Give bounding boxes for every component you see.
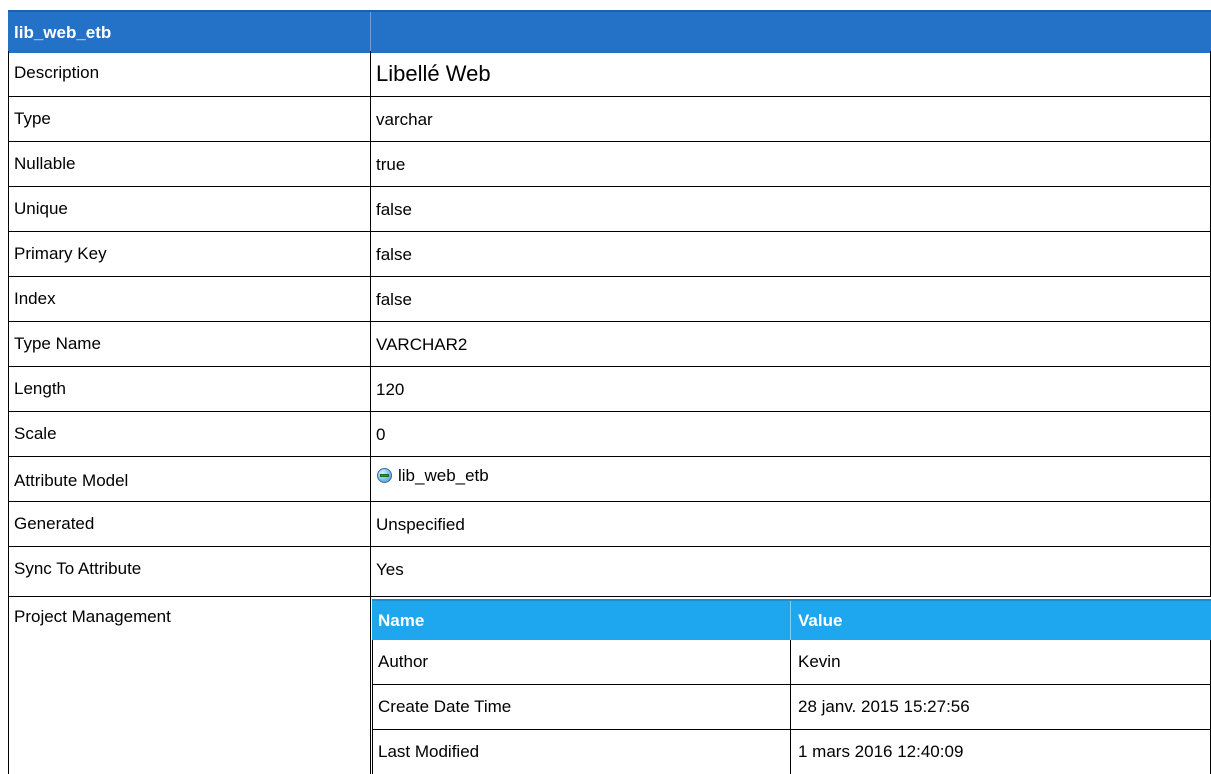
table-row-description: Description Libellé Web bbox=[8, 51, 1211, 97]
value-cell: VARCHAR2 bbox=[370, 322, 1211, 366]
row-label: Project Management bbox=[14, 607, 171, 626]
row-value: Libellé Web bbox=[376, 61, 491, 86]
label-cell: Type bbox=[8, 97, 371, 141]
row-label: Primary Key bbox=[14, 244, 107, 263]
table-row-scale: Scale 0 bbox=[8, 412, 1211, 457]
row-value: Unspecified bbox=[376, 515, 465, 534]
label-cell: Scale bbox=[8, 412, 371, 456]
value-cell: Libellé Web bbox=[370, 51, 1211, 96]
header-bar: lib_web_etb bbox=[8, 10, 1211, 53]
value-cell: true bbox=[370, 142, 1211, 186]
label-cell: Nullable bbox=[8, 142, 371, 186]
row-label: Type Name bbox=[14, 334, 101, 353]
table-row-length: Length 120 bbox=[8, 367, 1211, 412]
table-row-generated: Generated Unspecified bbox=[8, 502, 1211, 547]
cell-value: Kevin bbox=[798, 652, 841, 671]
table-header: Name Value bbox=[372, 599, 1211, 642]
row-label: Description bbox=[14, 63, 100, 82]
page-title: lib_web_etb bbox=[14, 23, 112, 42]
value-cell: false bbox=[370, 232, 1211, 276]
row-value: false bbox=[376, 200, 412, 219]
row-label: Length bbox=[14, 379, 66, 398]
label-cell: Unique bbox=[8, 187, 371, 231]
row-label: Attribute Model bbox=[14, 471, 129, 490]
row-value: VARCHAR2 bbox=[376, 335, 468, 354]
label-cell: Generated bbox=[8, 502, 371, 546]
row-label: Generated bbox=[14, 514, 95, 533]
table-row: Author Kevin bbox=[372, 640, 1211, 685]
value-cell: Unspecified bbox=[370, 502, 1211, 546]
column-divider bbox=[790, 730, 791, 774]
row-label: Sync To Attribute bbox=[14, 559, 142, 578]
table-row-type-name: Type Name VARCHAR2 bbox=[8, 322, 1211, 367]
table-row-sync-to-attribute: Sync To Attribute Yes bbox=[8, 547, 1211, 597]
value-cell: false bbox=[370, 277, 1211, 321]
table-row-nullable: Nullable true bbox=[8, 142, 1211, 187]
cell-value: 1 mars 2016 12:40:09 bbox=[798, 742, 964, 761]
cell-name: Last Modified bbox=[378, 742, 480, 761]
cell-name: Create Date Time bbox=[378, 697, 512, 716]
row-value: true bbox=[376, 155, 406, 174]
row-value: Yes bbox=[376, 560, 404, 579]
value-cell: false bbox=[370, 187, 1211, 231]
attribute-icon bbox=[377, 468, 392, 483]
row-value: false bbox=[376, 245, 412, 264]
row-value: 0 bbox=[376, 425, 386, 444]
project-management-table: Name Value Author Kevin Create Date Time… bbox=[372, 599, 1211, 774]
label-cell: Type Name bbox=[8, 322, 371, 366]
project-management-section: Project Management Name Value Author Kev… bbox=[8, 597, 1211, 774]
row-label: Nullable bbox=[14, 154, 76, 173]
row-label: Type bbox=[14, 109, 51, 128]
value-cell: 120 bbox=[370, 367, 1211, 411]
label-cell: Sync To Attribute bbox=[8, 547, 371, 596]
row-label: Scale bbox=[14, 424, 57, 443]
header-divider bbox=[790, 601, 791, 642]
label-cell: Project Management bbox=[8, 597, 371, 774]
table-row-type: Type varchar bbox=[8, 97, 1211, 142]
value-cell: varchar bbox=[370, 97, 1211, 141]
row-label: Index bbox=[14, 289, 56, 308]
table-row: Create Date Time 28 janv. 2015 15:27:56 bbox=[372, 685, 1211, 730]
label-cell: Attribute Model bbox=[8, 457, 371, 501]
table-row-unique: Unique false bbox=[8, 187, 1211, 232]
value-cell: lib_web_etb bbox=[370, 457, 1211, 501]
property-sheet: lib_web_etb Description Libellé Web Type… bbox=[8, 10, 1211, 774]
column-header-value: Value bbox=[798, 611, 843, 630]
table-row-primary-key: Primary Key false bbox=[8, 232, 1211, 277]
table-row: Last Modified 1 mars 2016 12:40:09 bbox=[372, 730, 1211, 774]
row-value: false bbox=[376, 290, 412, 309]
label-cell: Length bbox=[8, 367, 371, 411]
row-label: Unique bbox=[14, 199, 68, 218]
attribute-model-link[interactable]: lib_web_etb bbox=[398, 466, 489, 486]
row-value: varchar bbox=[376, 110, 433, 129]
column-divider bbox=[790, 640, 791, 684]
label-cell: Primary Key bbox=[8, 232, 371, 276]
table-row-index: Index false bbox=[8, 277, 1211, 322]
column-divider bbox=[790, 685, 791, 729]
value-cell: 0 bbox=[370, 412, 1211, 456]
cell-value: 28 janv. 2015 15:27:56 bbox=[798, 697, 970, 716]
header-divider bbox=[370, 12, 371, 53]
label-cell: Description bbox=[8, 51, 371, 96]
column-header-name: Name bbox=[378, 611, 425, 630]
table-row-attribute-model: Attribute Model lib_web_etb bbox=[8, 457, 1211, 502]
value-cell: Yes bbox=[370, 547, 1211, 596]
row-value: 120 bbox=[376, 380, 405, 399]
label-cell: Index bbox=[8, 277, 371, 321]
cell-name: Author bbox=[378, 652, 429, 671]
